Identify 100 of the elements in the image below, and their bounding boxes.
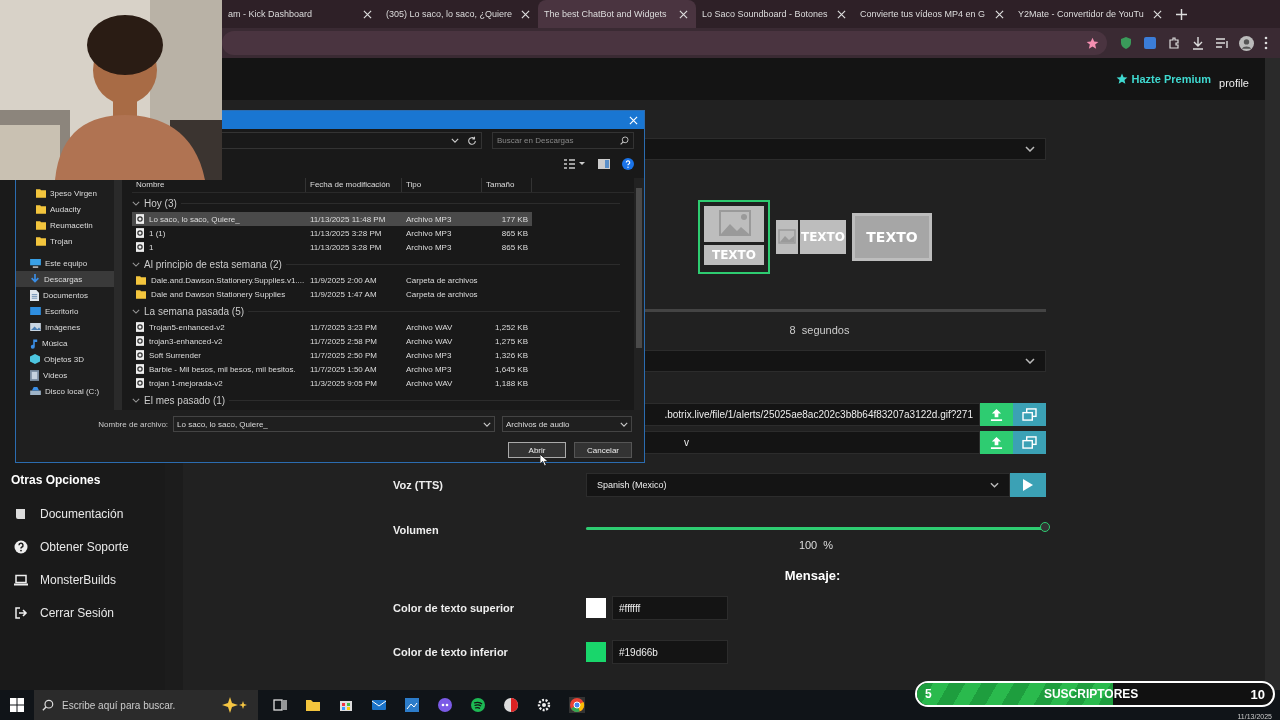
- chevron-icon[interactable]: [132, 201, 140, 206]
- profile-link[interactable]: profile: [1219, 69, 1249, 89]
- search-field[interactable]: Buscar en Descargas: [492, 132, 634, 149]
- windows-icon[interactable]: [10, 698, 24, 712]
- file-row[interactable]: Barbie - Mil besos, mil besos, mil besitos. 11/7/2025 1:50 AM Archivo MP3 1,645 KB: [132, 362, 532, 376]
- color-field[interactable]: #ffffff: [612, 596, 728, 620]
- close-icon[interactable]: [363, 9, 372, 19]
- view-options-icon[interactable]: [564, 158, 586, 169]
- sidebar-item[interactable]: Documentación: [0, 497, 165, 530]
- sidebar-item[interactable]: Obtener Soporte: [0, 530, 165, 563]
- gallery-button[interactable]: [1013, 403, 1046, 426]
- nav-item[interactable]: Audacity: [16, 201, 114, 217]
- avatar-icon[interactable]: [1239, 35, 1254, 51]
- nav-item[interactable]: Objetos 3D: [16, 351, 114, 367]
- translate-icon[interactable]: [1143, 36, 1157, 50]
- browser-tab[interactable]: Y2Mate - Convertidor de YouTu: [1012, 0, 1170, 28]
- file-row[interactable]: Dale and Dawson Stationery Supplies 11/9/2025 1:47 AM Carpeta de archivos: [132, 287, 532, 301]
- file-type: Archivo WAV: [405, 322, 454, 332]
- color-swatch[interactable]: [586, 642, 606, 662]
- download-icon[interactable]: [1191, 36, 1205, 50]
- browser-tab[interactable]: Lo Saco Soundboard - Botones: [696, 0, 854, 28]
- file-row[interactable]: trojan3-enhanced-v2 11/7/2025 2:58 PM Archivo WAV 1,275 KB: [132, 334, 532, 348]
- file-row[interactable]: Trojan5-enhanced-v2 11/7/2025 3:23 PM Archivo WAV 1,252 KB: [132, 320, 532, 334]
- group-header[interactable]: Al principio de esta semana (2): [144, 259, 282, 270]
- file-name-field[interactable]: Lo saco, lo saco, Quiere_: [173, 416, 495, 432]
- cancel-button[interactable]: Cancelar: [574, 442, 632, 458]
- browser-tab[interactable]: (305) Lo saco, lo saco, ¿Quiere: [380, 0, 538, 28]
- column-header[interactable]: Tamaño: [482, 178, 532, 192]
- chat-app-icon[interactable]: [437, 697, 453, 713]
- nav-item[interactable]: Música: [16, 335, 114, 351]
- color-field[interactable]: #19d66b: [612, 640, 728, 664]
- nav-item[interactable]: Imágenes: [16, 319, 114, 335]
- nav-item[interactable]: Documentos: [16, 287, 114, 303]
- app-icon[interactable]: [404, 697, 420, 713]
- close-icon[interactable]: [679, 9, 688, 19]
- file-row[interactable]: Dale.and.Dawson.Stationery.Supplies.v1.... 11/9/2025 2:00 AM Carpeta de archivos: [132, 273, 532, 287]
- browser-tab[interactable]: The best ChatBot and Widgets: [538, 0, 696, 28]
- close-icon[interactable]: [837, 9, 846, 19]
- close-icon[interactable]: [1153, 9, 1162, 19]
- file-row[interactable]: 1 11/13/2025 3:28 PM Archivo MP3 865 KB: [132, 240, 532, 254]
- browser-tab[interactable]: Convierte tus vídeos MP4 en G: [854, 0, 1012, 28]
- gallery-button[interactable]: [1013, 431, 1046, 454]
- nav-item[interactable]: Descargas: [16, 271, 114, 287]
- nav-item[interactable]: Videos: [16, 367, 114, 383]
- close-icon[interactable]: [995, 9, 1004, 19]
- scrollbar[interactable]: [1265, 58, 1280, 690]
- group-header[interactable]: El mes pasado (1): [144, 395, 226, 406]
- taskbar-search-field[interactable]: Escribe aquí para buscar.: [34, 690, 258, 720]
- voice-dropdown[interactable]: Spanish (Mexico): [586, 473, 1010, 497]
- chevron-icon[interactable]: [132, 262, 140, 267]
- file-row[interactable]: Soft Surrender 11/7/2025 2:50 PM Archivo MP3 1,326 KB: [132, 348, 532, 362]
- media-icon[interactable]: [1215, 36, 1229, 50]
- browser-app-icon[interactable]: [569, 697, 585, 713]
- nav-item[interactable]: Este equipo: [16, 255, 114, 271]
- nav-item[interactable]: 3peso Virgen: [16, 185, 114, 201]
- file-date: 11/13/2025 3:28 PM: [309, 228, 383, 238]
- new-tab-icon[interactable]: [1176, 8, 1187, 20]
- music-app-icon[interactable]: [470, 697, 486, 713]
- column-header[interactable]: Tipo: [402, 178, 482, 192]
- nav-item[interactable]: Disco local (C:): [16, 383, 114, 399]
- file-name: 1 (1): [149, 228, 166, 238]
- computer-icon: [30, 258, 41, 268]
- file-type-dropdown[interactable]: Archivos de audio: [501, 416, 632, 432]
- close-icon[interactable]: [521, 9, 530, 19]
- play-button[interactable]: [1010, 473, 1046, 497]
- chevron-icon[interactable]: [132, 398, 140, 403]
- nav-item[interactable]: Trojan: [16, 233, 114, 249]
- help-icon[interactable]: [622, 157, 634, 170]
- color-swatch[interactable]: [586, 598, 606, 618]
- group-header[interactable]: La semana pasada (5): [144, 306, 245, 317]
- film-icon: [30, 369, 39, 381]
- file-row[interactable]: Lo saco, lo saco, Quiere_ 11/13/2025 11:48 PM Archivo MP3 177 KB: [132, 212, 532, 226]
- app-icon[interactable]: [503, 697, 519, 713]
- scrollbar[interactable]: [634, 178, 644, 410]
- column-header[interactable]: Fecha de modificación: [306, 178, 402, 192]
- chevron-icon[interactable]: [132, 309, 140, 314]
- audio-file-icon: [136, 378, 144, 388]
- nav-item[interactable]: Reumacetin: [16, 217, 114, 233]
- bookmark-star-icon[interactable]: [1086, 36, 1099, 50]
- file-row[interactable]: 1 (1) 11/13/2025 3:28 PM Archivo MP3 865 KB: [132, 226, 532, 240]
- slider-thumb[interactable]: [1040, 522, 1050, 532]
- extensions-icon[interactable]: [1167, 36, 1181, 50]
- menu-icon[interactable]: [1264, 36, 1268, 50]
- browser-tab[interactable]: am - Kick Dashboard: [222, 0, 380, 28]
- open-button[interactable]: Abrir: [508, 442, 566, 458]
- sidebar-item[interactable]: Cerrar Sesión: [0, 596, 165, 629]
- sidebar-item[interactable]: MonsterBuilds: [0, 563, 165, 596]
- task-view-icon[interactable]: [272, 697, 288, 713]
- gear-icon[interactable]: [536, 697, 552, 713]
- premium-link[interactable]: Hazte Premium: [1115, 73, 1212, 85]
- scrollbar[interactable]: [114, 178, 122, 410]
- mail-icon[interactable]: [371, 697, 387, 713]
- shield-icon[interactable]: [1119, 36, 1133, 50]
- nav-item[interactable]: Escritorio: [16, 303, 114, 319]
- file-row[interactable]: trojan 1-mejorada-v2 11/3/2025 9:05 PM Archivo WAV 1,188 KB: [132, 376, 532, 390]
- preview-pane-icon[interactable]: [598, 158, 610, 169]
- chevron-icon: [990, 482, 999, 488]
- group-header[interactable]: Hoy (3): [144, 198, 177, 209]
- folder-icon[interactable]: [305, 697, 321, 713]
- refresh-icon[interactable]: [467, 135, 477, 146]
